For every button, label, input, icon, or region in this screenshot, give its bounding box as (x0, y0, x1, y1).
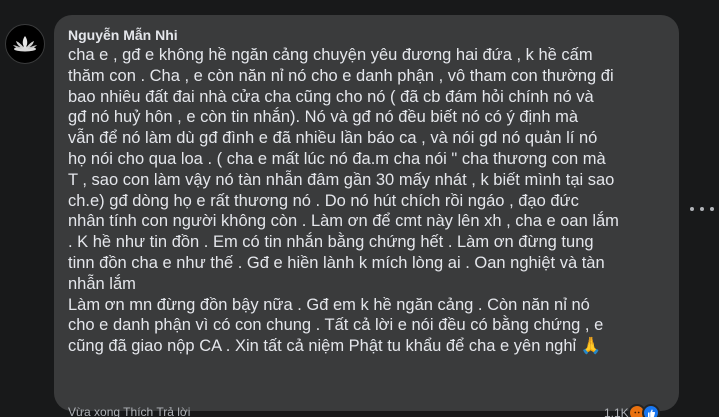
comment-line: T , sao con làm vậy nó tàn nhẫn đâm gần … (68, 170, 615, 189)
comment-line: cha e , gđ e không hề ngăn cảng chuyện y… (68, 46, 593, 64)
comment-author[interactable]: Nguyễn Mẫn Nhi (68, 25, 667, 45)
comment-line: vẫn để nó làm dù gđ đình e đã nhiều lần … (68, 129, 598, 148)
comment-body: cha e , gđ e không hề ngăn cảng chuyện y… (68, 45, 667, 357)
comment-line: Làm ơn mn đừng đồn bậy nữa . Gđ em k hề … (68, 295, 590, 314)
reaction-summary[interactable]: 1,1K (604, 404, 660, 417)
comment-line: thăm con . Cha , e còn năn nỉ nó cho e d… (68, 66, 614, 85)
more-options-button[interactable] (687, 199, 717, 219)
reaction-count: 1,1K (604, 406, 629, 417)
comment-actions-row[interactable]: Vừa xong Thích Trả lời (68, 404, 190, 417)
more-horizontal-icon (700, 207, 704, 211)
comment-line: ch.e) gđ dòng họ e rất thương nó . Do nó… (68, 191, 579, 210)
comment-line: cho e danh phận vì có con chung . Tất cả… (68, 316, 604, 335)
lotus-avatar-icon (13, 36, 37, 52)
comment-line: . K hề như tin đồn . Em có tin nhắn bằng… (68, 233, 594, 252)
comment-line: cũng đã giao nộp CA . Xin tất cả niệm Ph… (68, 337, 602, 356)
more-horizontal-icon (710, 207, 714, 211)
more-horizontal-icon (690, 207, 694, 211)
comment-line: gđ nó huỷ hôn , e còn tin nhắn). Nó và g… (68, 108, 579, 127)
comment-line: tinn đồn cha e như thế . Gđ e hiền lành … (68, 253, 605, 272)
comment-bubble: Nguyễn Mẫn Nhi cha e , gđ e không hề ngă… (54, 15, 679, 411)
comment-line: nhân tính con người không còn . Làm ơn đ… (68, 212, 619, 231)
avatar[interactable] (5, 24, 45, 64)
like-reaction-icon (641, 404, 660, 417)
comment-line: họ nói cho qua loa . ( cha e mất lúc nó … (68, 149, 606, 168)
comment-line: bao nhiêu đất đai nhà cửa cha cũng cho n… (68, 87, 594, 106)
comment-line: nhẫn lắm (68, 274, 136, 293)
comment-thread: Nguyễn Mẫn Nhi cha e , gđ e không hề ngă… (0, 0, 719, 417)
